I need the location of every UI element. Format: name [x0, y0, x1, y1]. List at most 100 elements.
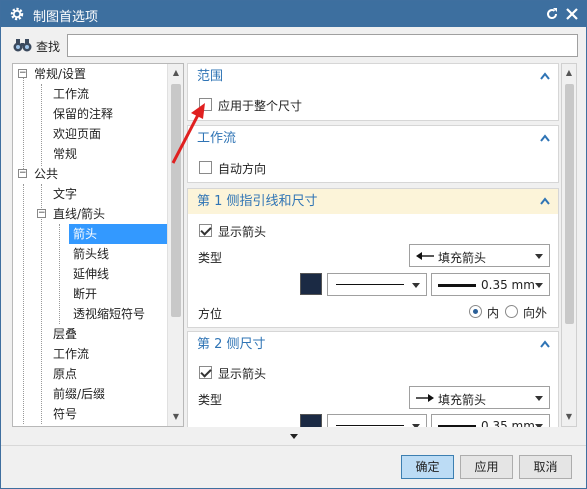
section-header[interactable]: 范围 — [188, 64, 558, 89]
cancel-button[interactable]: 取消 — [519, 455, 572, 479]
tree-item-label: 文字 — [53, 187, 78, 201]
tree-item-symbol[interactable]: 符号 — [53, 404, 77, 424]
section-workflow: 工作流 自动方向 — [187, 125, 559, 183]
section-range: 范围 应用于整个尺寸 — [187, 63, 559, 121]
tree-item-arrow-line[interactable]: 箭头线 — [73, 244, 109, 264]
arrow-type-dropdown[interactable]: 填充箭头 — [409, 386, 550, 409]
settings-panel: 范围 应用于整个尺寸 工作流 自动方向 第 1 侧指引线和尺寸 显示箭头 类型 — [187, 63, 559, 427]
tree-item-welcome-page[interactable]: 欢迎页面 — [53, 124, 101, 144]
tree-item-break[interactable]: 断开 — [73, 284, 97, 304]
tree-item-workflow[interactable]: 工作流 — [53, 84, 89, 104]
title-bar: 制图首选项 — [1, 1, 586, 27]
type-label: 类型 — [198, 393, 223, 407]
tree-item-label: 工作流 — [53, 347, 90, 361]
close-icon[interactable] — [564, 6, 580, 22]
tree-item-foreshortening-symbol[interactable]: 透视缩短符号 — [73, 304, 145, 324]
chevron-down-icon — [535, 254, 543, 259]
tree-item-label: 透视缩短符号 — [73, 307, 146, 321]
color-swatch[interactable] — [300, 414, 322, 427]
line-weight-dropdown[interactable]: 0.35 mm — [431, 273, 550, 296]
search-label: 查找 — [36, 40, 61, 54]
apply-button[interactable]: 应用 — [460, 455, 513, 479]
checkbox-label: 自动方向 — [218, 162, 267, 176]
tree-item-label: 延伸线 — [73, 267, 110, 281]
show-arrow-checkbox[interactable] — [199, 224, 212, 237]
color-swatch[interactable] — [300, 273, 322, 295]
section-side1: 第 1 侧指引线和尺寸 显示箭头 类型 填充箭头 0.35 mm 方位 内 向外 — [187, 188, 559, 328]
tree-item-arrow[interactable]: 箭头 — [69, 224, 167, 244]
collapse-icon[interactable]: − — [37, 209, 46, 218]
chevron-down-icon — [535, 283, 543, 288]
tree-item-label: 箭头 — [73, 227, 98, 241]
section-header[interactable]: 第 2 侧尺寸 — [188, 332, 558, 357]
line-weight-dropdown[interactable]: 0.35 mm — [431, 414, 550, 427]
show-arrow-checkbox[interactable] — [199, 366, 212, 379]
window-title: 制图首选项 — [33, 10, 99, 25]
chevron-down-icon — [412, 424, 420, 427]
line-style-preview — [336, 425, 404, 426]
line-style-preview — [336, 284, 404, 285]
tree-item-prefix-suffix[interactable]: 前缀/后缀 — [53, 384, 105, 404]
tree-item-text[interactable]: 文字 — [53, 184, 77, 204]
scroll-up-icon[interactable]: ▲ — [171, 68, 181, 78]
arrow-left-icon — [416, 252, 434, 260]
checkbox-label: 显示箭头 — [218, 225, 267, 239]
chevron-down-icon — [535, 424, 543, 427]
scroll-up-icon[interactable]: ▲ — [564, 68, 574, 78]
gear-icon — [10, 7, 24, 21]
line-style-dropdown[interactable] — [327, 273, 427, 296]
tree-item-label: 工作流 — [53, 87, 90, 101]
red-pointer-arrow — [171, 103, 205, 164]
tree-item-stack[interactable]: 层叠 — [53, 324, 77, 344]
tree-item-label: 原点 — [53, 367, 78, 381]
section-title: 第 2 侧尺寸 — [197, 337, 266, 352]
arrow-type-dropdown[interactable]: 填充箭头 — [409, 244, 550, 267]
tree-item-label: 欢迎页面 — [53, 127, 102, 141]
line-style-dropdown[interactable] — [327, 414, 427, 427]
tree-item-label: 直线/箭头 — [53, 207, 106, 221]
search-input[interactable] — [67, 34, 578, 57]
section-header[interactable]: 第 1 侧指引线和尺寸 — [188, 189, 558, 214]
divider — [1, 445, 586, 446]
tree-item-general[interactable]: 常规 — [53, 144, 77, 164]
chevron-up-icon[interactable] — [540, 197, 550, 205]
scroll-down-icon[interactable]: ▼ — [171, 412, 181, 422]
scroll-down-icon[interactable]: ▼ — [564, 412, 574, 422]
orientation-outside-radio[interactable] — [505, 305, 518, 318]
tree-item-workflow-2[interactable]: 工作流 — [53, 344, 89, 364]
chevron-up-icon[interactable] — [540, 134, 550, 142]
tree-item-label: 断开 — [73, 287, 98, 301]
search-bar: 查找 — [1, 28, 586, 62]
radio-label: 内 — [487, 306, 500, 320]
chevron-up-icon[interactable] — [540, 340, 550, 348]
scroll-thumb[interactable] — [565, 84, 574, 324]
checkbox-label: 应用于整个尺寸 — [218, 99, 303, 113]
section-side2: 第 2 侧尺寸 显示箭头 类型 填充箭头 0.35 mm — [187, 331, 559, 427]
line-weight-preview — [438, 284, 476, 287]
section-title: 第 1 侧指引线和尺寸 — [197, 194, 318, 209]
tree-item-label: 箭头线 — [73, 247, 110, 261]
chevron-down-icon — [535, 396, 543, 401]
preferences-dialog: 制图首选项 查找 − 常规/设置 工作流 保留的注释 欢迎页面 常规 − 公共 … — [0, 0, 587, 489]
chevron-up-icon[interactable] — [540, 72, 550, 80]
collapse-icon[interactable]: − — [18, 169, 27, 178]
tree-item-label: 层叠 — [53, 327, 78, 341]
tree-item-label: 前缀/后缀 — [53, 387, 106, 401]
panel-scrollbar[interactable]: ▲ ▼ — [561, 63, 577, 427]
type-label: 类型 — [198, 251, 223, 265]
tree-item-extension-line[interactable]: 延伸线 — [73, 264, 109, 284]
tree-item-retained-annotations[interactable]: 保留的注释 — [53, 104, 113, 124]
section-header[interactable]: 工作流 — [188, 126, 558, 151]
radio-label: 向外 — [523, 306, 548, 320]
orientation-label: 方位 — [198, 307, 223, 321]
tree-item-label: 保留的注释 — [53, 107, 114, 121]
expand-more-icon[interactable] — [290, 434, 298, 439]
tree-item-origin[interactable]: 原点 — [53, 364, 77, 384]
tree-item-label: 常规 — [53, 147, 78, 161]
ok-button[interactable]: 确定 — [401, 455, 454, 479]
reset-icon[interactable] — [544, 6, 560, 22]
collapse-icon[interactable]: − — [18, 69, 27, 78]
checkbox-label: 显示箭头 — [218, 367, 267, 381]
tree-item-label: 符号 — [53, 407, 78, 421]
orientation-inside-radio[interactable] — [469, 305, 482, 318]
